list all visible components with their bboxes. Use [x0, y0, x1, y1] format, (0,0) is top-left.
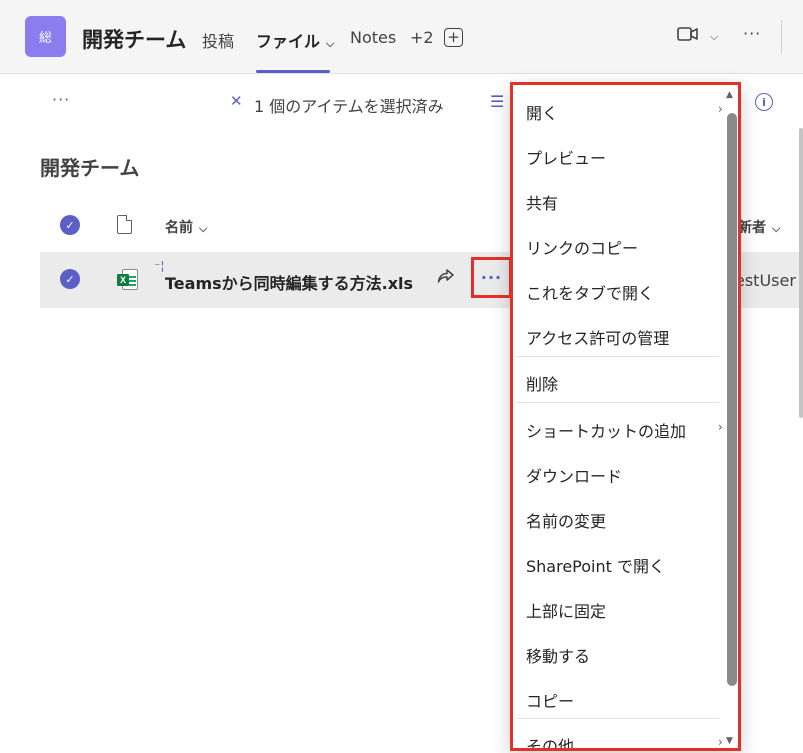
file-context-menu: ▲ 開く › プレビュー 共有 リンクのコピー これをタブで開く アクセス許可の… [510, 82, 741, 751]
page-scrollbar[interactable] [799, 128, 803, 418]
chevron-down-icon: ⌵ [199, 222, 208, 235]
menu-item-move[interactable]: 移動する [526, 643, 590, 667]
file-type-icon [117, 215, 132, 234]
info-icon[interactable]: i [755, 93, 773, 111]
chevron-down-icon[interactable]: ⌵ [710, 30, 718, 44]
menu-item-preview[interactable]: プレビュー [526, 145, 606, 169]
team-header: 総 開発チーム 投稿 ファイル ⌵ Notes +2 + ⌵ ··· [0, 0, 803, 74]
column-modified-by-label: 新者 [738, 220, 766, 236]
menu-item-open-in-tab[interactable]: これをタブで開く [526, 280, 654, 304]
menu-divider [517, 402, 719, 403]
menu-item-copy[interactable]: コピー [526, 688, 574, 712]
tab-files[interactable]: ファイル ⌵ [256, 28, 334, 52]
column-header-name[interactable]: 名前 ⌵ [165, 217, 207, 237]
column-header-modified-by[interactable]: 新者 ⌵ [738, 217, 780, 237]
excel-file-icon: X [117, 269, 138, 290]
clear-selection-button[interactable]: ✕ [230, 92, 243, 110]
meet-button[interactable] [677, 26, 699, 46]
active-tab-indicator [256, 70, 330, 73]
row-checkbox[interactable]: ✓ [60, 269, 80, 289]
menu-divider [517, 356, 719, 357]
file-name-link[interactable]: Teamsから同時編集する方法.xls [165, 270, 413, 294]
modified-by-cell: estUser [735, 271, 796, 290]
video-camera-icon [677, 27, 698, 41]
menu-item-open[interactable]: 開く [526, 100, 558, 124]
chevron-down-icon: ⌵ [772, 222, 781, 235]
tab-notes[interactable]: Notes [350, 28, 396, 47]
menu-item-download[interactable]: ダウンロード [526, 463, 622, 487]
command-bar-more-button[interactable]: ··· [52, 90, 70, 109]
add-tab-button[interactable]: + [444, 28, 463, 47]
submenu-chevron-icon: › [718, 102, 723, 116]
more-options-button[interactable]: ··· [743, 24, 761, 43]
tab-files-label: ファイル [256, 32, 321, 51]
menu-scrollbar-thumb[interactable] [727, 113, 737, 686]
team-name: 開発チーム [82, 28, 187, 52]
menu-item-manage-access[interactable]: アクセス許可の管理 [526, 325, 669, 349]
menu-item-delete[interactable]: 削除 [526, 371, 558, 395]
menu-item-open-in-sharepoint[interactable]: SharePoint で開く [526, 553, 665, 577]
view-options-icon[interactable]: ☰ [490, 92, 504, 111]
submenu-chevron-icon: › [718, 420, 723, 434]
share-icon[interactable] [437, 268, 455, 290]
scroll-up-arrow-icon[interactable]: ▲ [726, 90, 733, 100]
menu-item-copy-link[interactable]: リンクのコピー [526, 235, 638, 259]
menu-item-share[interactable]: 共有 [526, 190, 558, 214]
submenu-chevron-icon: › [718, 735, 723, 749]
selection-count-text: 1 個のアイテムを選択済み [254, 97, 444, 116]
scroll-down-arrow-icon[interactable]: ▼ [726, 736, 733, 746]
menu-item-pin-to-top[interactable]: 上部に固定 [526, 598, 606, 622]
plus-icon: + [447, 28, 460, 46]
row-more-actions-button[interactable]: ··· [471, 257, 512, 298]
tab-posts[interactable]: 投稿 [202, 28, 234, 52]
library-title: 開発チーム [40, 156, 140, 180]
team-avatar[interactable]: 総 [25, 16, 66, 57]
column-name-label: 名前 [165, 220, 193, 236]
menu-item-rename[interactable]: 名前の変更 [526, 508, 606, 532]
chevron-down-icon: ⌵ [326, 37, 335, 50]
select-all-checkbox[interactable]: ✓ [60, 215, 80, 235]
new-item-sparkle-icon: ⁻¦ [154, 259, 165, 273]
menu-divider [517, 718, 719, 719]
menu-item-add-shortcut[interactable]: ショートカットの追加 [526, 418, 686, 442]
menu-item-more[interactable]: その他 [526, 733, 574, 748]
tab-more-count[interactable]: +2 [410, 28, 434, 47]
header-divider [781, 20, 782, 54]
